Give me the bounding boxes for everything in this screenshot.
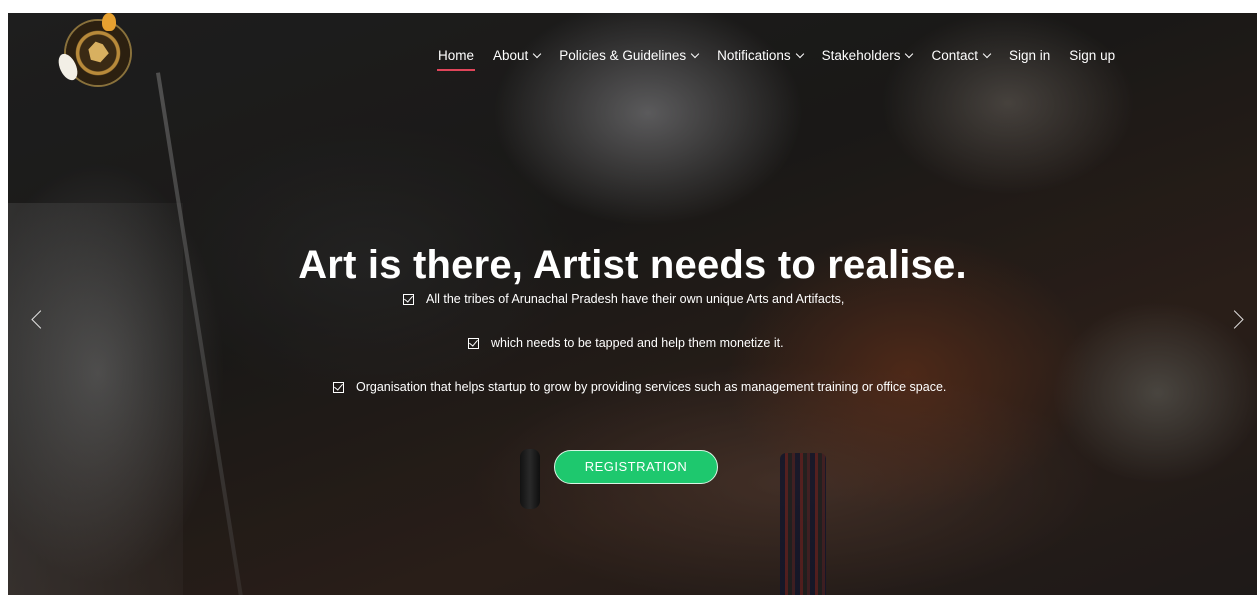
registration-button[interactable]: REGISTRATION xyxy=(554,450,718,484)
hero-bullet: which needs to be tapped and help them m… xyxy=(468,336,784,350)
hero-bullet: Organisation that helps startup to grow … xyxy=(333,380,953,397)
nav-item-label: About xyxy=(493,47,529,63)
main-navigation: Home About Policies & Guidelines Notific… xyxy=(436,44,1134,71)
nav-item-label: Contact xyxy=(931,47,979,63)
nav-item-label: Policies & Guidelines xyxy=(559,47,687,63)
logo-flame-icon xyxy=(102,13,116,31)
checkbox-check-icon xyxy=(333,382,344,393)
chevron-down-icon xyxy=(690,49,700,58)
nav-item-label: Stakeholders xyxy=(821,47,901,63)
checkbox-check-icon xyxy=(403,294,414,305)
nav-item-contact[interactable]: Contact xyxy=(931,47,992,63)
nav-item-policies-guidelines[interactable]: Policies & Guidelines xyxy=(559,47,700,63)
chevron-down-icon xyxy=(795,49,804,58)
hero-bullet-text: which needs to be tapped and help them m… xyxy=(491,336,784,350)
nav-item-label: Sign up xyxy=(1069,47,1116,63)
hero-bullet-text: Organisation that helps startup to grow … xyxy=(356,380,947,394)
site-logo[interactable] xyxy=(54,13,130,85)
nav-item-stakeholders[interactable]: Stakeholders xyxy=(821,47,914,63)
nav-item-about[interactable]: About xyxy=(493,47,542,63)
hero-headline: Art is there, Artist needs to realise. xyxy=(298,242,967,287)
checkbox-check-icon xyxy=(468,338,479,349)
chevron-down-icon xyxy=(533,49,542,58)
nav-item-notifications[interactable]: Notifications xyxy=(717,47,804,63)
hero-bullet-text: All the tribes of Arunachal Pradesh have… xyxy=(426,292,845,306)
logo-map-icon xyxy=(88,41,109,63)
hero-carousel: Home About Policies & Guidelines Notific… xyxy=(8,13,1257,595)
chevron-down-icon xyxy=(905,49,914,58)
nav-item-label: Sign in xyxy=(1009,47,1051,63)
nav-item-label: Home xyxy=(438,47,475,63)
nav-item-sign-in[interactable]: Sign in xyxy=(1009,48,1050,63)
nav-item-home[interactable]: Home xyxy=(436,47,476,71)
nav-item-label: Notifications xyxy=(717,47,791,63)
chevron-down-icon xyxy=(982,49,992,58)
hero-bullet: All the tribes of Arunachal Pradesh have… xyxy=(403,292,844,306)
nav-item-sign-up[interactable]: Sign up xyxy=(1069,48,1115,63)
